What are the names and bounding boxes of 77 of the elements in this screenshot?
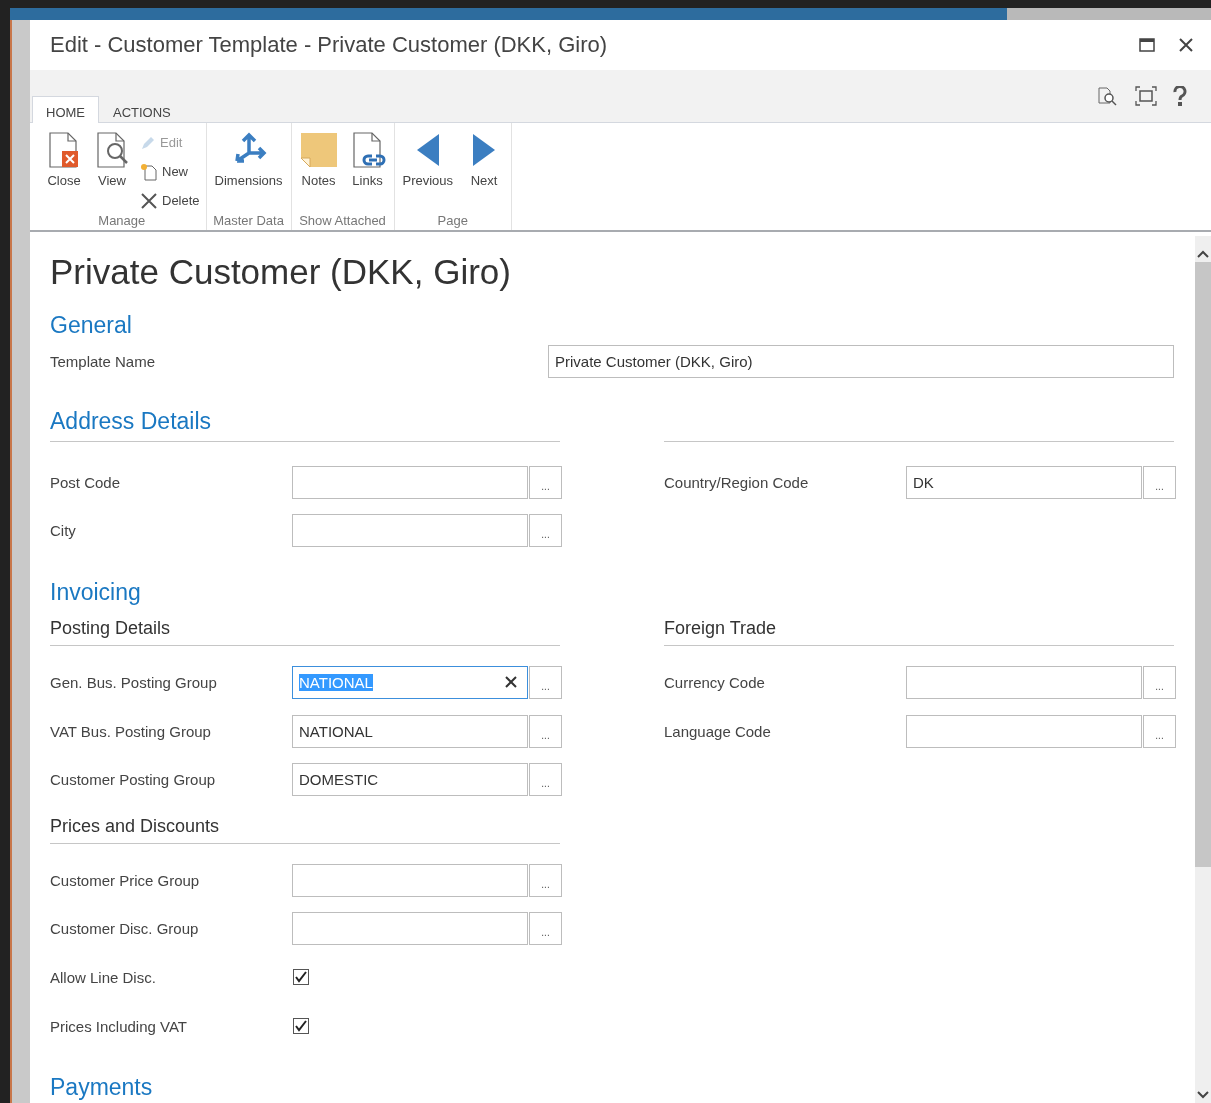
field-label: Customer Posting Group bbox=[50, 771, 217, 789]
lookup-button[interactable]: ... bbox=[1143, 465, 1176, 499]
ribbon-button[interactable]: Previous bbox=[398, 131, 458, 189]
scroll-down-icon[interactable] bbox=[1197, 1091, 1209, 1099]
field-label: Customer Price Group bbox=[50, 871, 201, 889]
clear-icon[interactable] bbox=[505, 676, 517, 689]
group-label: Manage bbox=[97, 213, 147, 230]
field-label: Template Name bbox=[50, 353, 157, 370]
checkbox[interactable] bbox=[293, 969, 309, 986]
input-field[interactable] bbox=[292, 514, 528, 548]
lookup-button[interactable]: ... bbox=[529, 863, 562, 897]
new-document-icon bbox=[140, 162, 158, 181]
ribbon-button[interactable]: Notes bbox=[295, 131, 342, 189]
lookup-button[interactable]: ... bbox=[529, 763, 562, 797]
pencil-icon bbox=[140, 134, 156, 151]
section-title[interactable]: Payments bbox=[50, 1074, 1174, 1102]
search-document-icon[interactable] bbox=[1097, 86, 1119, 106]
input-field[interactable]: DK bbox=[906, 465, 1142, 499]
field-label: Post Code bbox=[50, 473, 122, 491]
ribbon-button[interactable]: Next bbox=[461, 131, 508, 189]
field-label: Country/Region Code bbox=[664, 473, 810, 491]
input-field[interactable] bbox=[292, 912, 528, 946]
scrollbar[interactable] bbox=[1195, 236, 1211, 1103]
lookup-button[interactable]: ... bbox=[529, 714, 562, 748]
field-label: Allow Line Disc. bbox=[50, 968, 157, 986]
field-label: Gen. Bus. Posting Group bbox=[50, 674, 218, 691]
field-value: DK bbox=[913, 473, 934, 491]
lookup-button[interactable]: ... bbox=[529, 912, 562, 946]
input-field[interactable] bbox=[906, 714, 1142, 748]
input-field[interactable]: NATIONAL bbox=[292, 714, 528, 748]
checkbox[interactable] bbox=[293, 1018, 309, 1035]
ribbon-button[interactable]: Delete bbox=[138, 189, 202, 212]
section-title[interactable]: Invoicing bbox=[50, 579, 1174, 607]
fullscreen-icon[interactable] bbox=[1135, 86, 1157, 106]
field-label: VAT Bus. Posting Group bbox=[50, 722, 212, 740]
delete-icon bbox=[140, 191, 158, 210]
field-value: DOMESTIC bbox=[299, 771, 379, 789]
lookup-button[interactable]: ... bbox=[529, 465, 562, 499]
help-icon[interactable] bbox=[1173, 86, 1187, 106]
ribbon-tab[interactable]: HOME bbox=[32, 96, 99, 123]
field-label: City bbox=[50, 522, 77, 540]
ribbon-button[interactable]: View bbox=[90, 131, 134, 189]
lookup-button[interactable]: ... bbox=[1143, 714, 1176, 748]
page-title: Private Customer (DKK, Giro) bbox=[50, 252, 512, 292]
group-label: Master Data bbox=[212, 213, 285, 230]
magnifier-document-icon bbox=[94, 131, 130, 169]
window-title: Edit - Customer Template - Private Customer (DKK, Giro) bbox=[50, 32, 609, 58]
ribbon-button[interactable]: Links bbox=[345, 131, 390, 189]
group-label: Show Attached bbox=[298, 213, 387, 230]
maximize-icon[interactable] bbox=[1139, 38, 1155, 52]
input-field[interactable]: DOMESTIC bbox=[292, 763, 528, 797]
field-label: Prices Including VAT bbox=[50, 1017, 188, 1035]
input-field[interactable]: Private Customer (DKK, Giro) bbox=[548, 345, 1174, 378]
note-icon bbox=[299, 131, 338, 169]
field-label: Currency Code bbox=[664, 674, 766, 691]
field-value: NATIONAL bbox=[299, 722, 373, 740]
scroll-up-icon[interactable] bbox=[1197, 250, 1209, 258]
section-title[interactable]: Address Details bbox=[50, 408, 1174, 435]
close-icon[interactable] bbox=[1179, 38, 1193, 52]
field-label: Language Code bbox=[664, 722, 772, 740]
ribbon-button[interactable]: Dimensions bbox=[210, 131, 287, 189]
subsection-title: Prices and Discounts bbox=[50, 814, 221, 838]
lookup-button[interactable]: ... bbox=[1143, 666, 1176, 699]
group-label: Page bbox=[436, 213, 469, 230]
input-field[interactable] bbox=[292, 465, 528, 499]
subsection-title: Foreign Trade bbox=[664, 617, 778, 641]
ribbon-tab[interactable]: ACTIONS bbox=[99, 96, 185, 123]
input-field[interactable] bbox=[292, 863, 528, 897]
ribbon-button[interactable]: New bbox=[138, 160, 202, 183]
subsection-title: Posting Details bbox=[50, 617, 172, 641]
lookup-button[interactable]: ... bbox=[529, 514, 562, 548]
lookup-button[interactable]: ... bbox=[529, 666, 562, 699]
field-value: NATIONAL bbox=[299, 674, 373, 691]
section-title[interactable]: General bbox=[50, 312, 1174, 339]
input-field[interactable] bbox=[906, 666, 1142, 699]
ribbon-button[interactable]: Close bbox=[42, 131, 86, 189]
field-label: Customer Disc. Group bbox=[50, 920, 200, 938]
